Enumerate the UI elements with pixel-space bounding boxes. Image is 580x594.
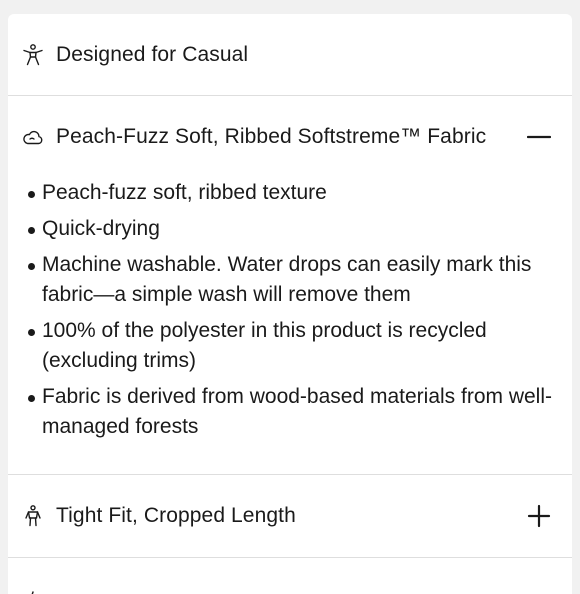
- partial-icon: [20, 584, 46, 594]
- feature-section-partial: [8, 558, 572, 594]
- feature-section-designed-for: Designed for Casual: [8, 14, 572, 96]
- partial-accordion-header[interactable]: [8, 558, 572, 594]
- person-arms-out-icon: [20, 42, 46, 68]
- product-details-panel: Designed for Casual Peach-Fuzz Soft, Rib…: [8, 14, 572, 594]
- fabric-bullet-list: Peach-fuzz soft, ribbed texture Quick-dr…: [28, 178, 558, 442]
- fabric-details-body: Peach-fuzz soft, ribbed texture Quick-dr…: [8, 178, 572, 474]
- plus-icon: [527, 504, 551, 528]
- feature-section-fit: Tight Fit, Cropped Length: [8, 475, 572, 558]
- section-title: Tight Fit, Cropped Length: [56, 504, 296, 527]
- list-item: Peach-fuzz soft, ribbed texture: [28, 178, 558, 208]
- list-item: Quick-drying: [28, 214, 558, 244]
- minus-icon: [527, 135, 551, 139]
- list-item: Machine washable. Water drops can easily…: [28, 250, 558, 310]
- section-title: Peach-Fuzz Soft, Ribbed Softstreme™ Fabr…: [56, 125, 487, 148]
- body-fit-icon: [20, 503, 46, 529]
- expand-button[interactable]: [526, 503, 552, 529]
- cloud-icon: [20, 124, 46, 150]
- list-item: 100% of the polyester in this product is…: [28, 316, 558, 376]
- feature-section-fabric: Peach-Fuzz Soft, Ribbed Softstreme™ Fabr…: [8, 96, 572, 475]
- fit-accordion-header[interactable]: Tight Fit, Cropped Length: [8, 475, 572, 557]
- feature-row-designed-for: Designed for Casual: [8, 14, 572, 95]
- list-item: Fabric is derived from wood-based materi…: [28, 382, 558, 442]
- collapse-button[interactable]: [526, 124, 552, 150]
- section-title: Designed for Casual: [56, 42, 249, 66]
- fabric-accordion-header[interactable]: Peach-Fuzz Soft, Ribbed Softstreme™ Fabr…: [8, 96, 572, 178]
